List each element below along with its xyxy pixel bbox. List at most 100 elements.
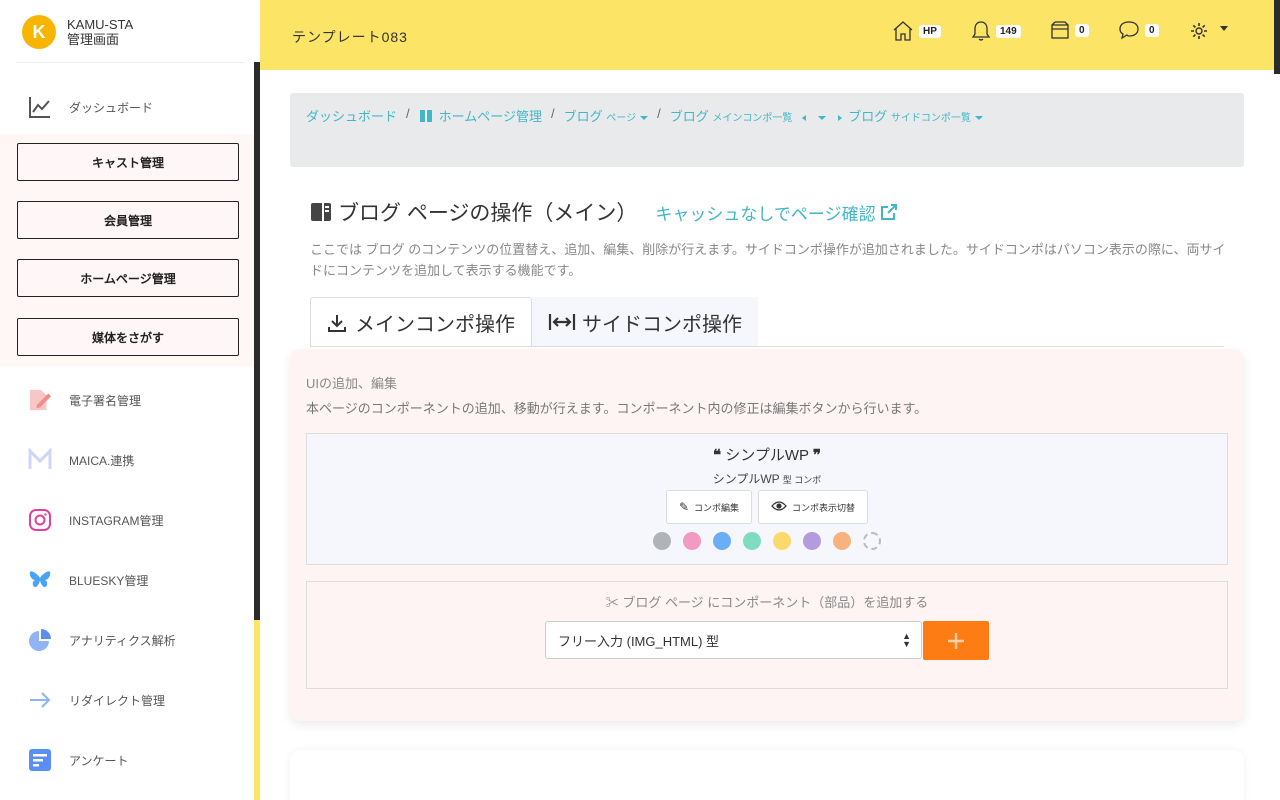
messages-button[interactable]: 0 (1118, 20, 1159, 40)
component-type-select[interactable]: フリー入力 (IMG_HTML) 型 ▲ ▼ (545, 621, 922, 659)
color-swatch-none[interactable] (863, 532, 881, 550)
sidebar-item-maica[interactable]: MAICA.連携 (28, 448, 134, 472)
cast-management-button[interactable]: キャスト管理 (17, 143, 239, 181)
notifications-button[interactable]: 149 (971, 20, 1021, 42)
line-chart-icon (28, 95, 52, 119)
instagram-icon (28, 508, 52, 532)
sidebar-item-label: BLUESKY管理 (69, 573, 149, 588)
sidebar-item-signature[interactable]: 電子署名管理 (28, 388, 141, 412)
sidebar-item-label: INSTAGRAM管理 (69, 513, 164, 528)
color-swatch[interactable] (683, 532, 701, 550)
caret-down-icon (817, 115, 826, 120)
page-title-text: ブログ ページの操作（メイン） (338, 202, 638, 225)
home-icon (893, 21, 913, 41)
breadcrumb-blog-page-dropdown[interactable]: ブログ ページ (564, 106, 649, 125)
divider (310, 346, 1224, 347)
sidebar-item-dashboard[interactable]: ダッシュボード (28, 95, 153, 119)
divider (16, 62, 244, 63)
sidebar-button-group: キャスト管理 会員管理 ホームページ管理 媒体をさがす (0, 134, 254, 366)
breadcrumb: ダッシュボード / ホームページ管理 / ブログ ページ / ブログ メインコン… (290, 93, 1244, 167)
caret-left-icon (801, 114, 806, 121)
caret-down-icon (640, 115, 649, 120)
component-actions: ✎ コンポ編集 コンポ表示切替 (307, 490, 1227, 524)
toggle-visibility-button[interactable]: コンポ表示切替 (758, 490, 869, 524)
member-management-button[interactable]: 会員管理 (17, 201, 239, 239)
sidebar: K KAMU-STA 管理画面 ダッシュボード キャスト管理 会員管理 ホームペ… (0, 0, 260, 800)
edit-component-button[interactable]: ✎ コンポ編集 (665, 490, 753, 524)
sidebar-item-label: リダイレクト管理 (69, 693, 166, 708)
logo-line2: 管理画面 (67, 32, 120, 47)
view-page-no-cache-link[interactable]: キャッシュなしでページ確認 (655, 200, 897, 225)
color-swatch[interactable] (743, 532, 761, 550)
app-logo[interactable]: K KAMU-STA 管理画面 (22, 15, 133, 49)
color-swatch[interactable] (833, 532, 851, 550)
arrow-right-icon (28, 688, 52, 712)
component-type: シンプルWP 型 コンポ (712, 472, 822, 486)
breadcrumb-side-components-dropdown[interactable]: ブログ サイドコンポ一覧 (837, 106, 983, 125)
breadcrumb-dashboard[interactable]: ダッシュボード (306, 106, 397, 125)
gear-icon (1191, 23, 1207, 39)
page-title: ブログ ページの操作（メイン） キャッシュなしでページ確認 (310, 197, 898, 227)
sidebar-scrollbar[interactable] (254, 62, 260, 620)
bell-icon (971, 21, 991, 41)
book-icon (311, 203, 331, 221)
breadcrumb-homepage[interactable]: ホームページ管理 (419, 106, 542, 125)
breadcrumb-main-components-dropdown[interactable]: ブログ メインコンポ一覧 (670, 106, 826, 125)
color-swatch[interactable] (803, 532, 821, 550)
secondary-card (290, 750, 1244, 800)
component-name: ❝ シンプルWP ❞ (713, 447, 821, 464)
homepage-management-button[interactable]: ホームページ管理 (17, 259, 239, 297)
plus-icon (948, 632, 964, 649)
logo-line1: KAMU-STA (67, 17, 134, 32)
download-icon (328, 314, 346, 332)
homepage-link[interactable]: HP (892, 20, 941, 42)
sidebar-item-label: ダッシュボード (69, 100, 154, 115)
signature-icon (28, 388, 52, 412)
sidebar-item-label: MAICA.連携 (69, 453, 135, 468)
color-swatch[interactable] (773, 532, 791, 550)
pie-chart-icon (28, 628, 52, 652)
component-tabs: メインコンポ操作 サイドコンポ操作 (310, 297, 758, 347)
sidebar-item-label: 電子署名管理 (69, 393, 142, 408)
quote-left-icon: ❝ (713, 447, 722, 464)
add-component-label: ✂ ブログ ページ にコンポーネント（部品）を追加する (605, 595, 929, 610)
component-item[interactable]: ❝ シンプルWP ❞ シンプルWP 型 コンポ ✎ コンポ編集 コンポ表示切替 (306, 433, 1228, 565)
settings-menu[interactable] (1190, 22, 1228, 40)
sidebar-item-label: アナリティクス解析 (69, 633, 176, 648)
messages-count-badge: 0 (1145, 23, 1159, 37)
chevron-down-icon (1220, 25, 1228, 31)
caret-right-icon (837, 114, 842, 121)
quote-right-icon: ❞ (812, 447, 821, 464)
tab-main-components[interactable]: メインコンポ操作 (310, 297, 532, 347)
sidebar-item-label: アンケート (69, 753, 129, 768)
color-picker (307, 532, 1227, 550)
box-icon (1051, 21, 1069, 39)
sidebar-item-survey[interactable]: アンケート (28, 748, 129, 772)
kamu-sta-logo-icon: K (22, 15, 56, 49)
notification-count-badge: 149 (996, 24, 1021, 38)
sidebar-item-instagram[interactable]: INSTAGRAM管理 (28, 508, 163, 532)
logo-text: KAMU-STA 管理画面 (67, 17, 133, 47)
chat-icon (1119, 21, 1139, 40)
add-component-button[interactable] (923, 621, 989, 660)
external-link-icon (880, 204, 897, 220)
color-swatch[interactable] (713, 532, 731, 550)
box-count-badge: 0 (1075, 23, 1089, 37)
sidebar-item-analytics[interactable]: アナリティクス解析 (28, 628, 176, 652)
sidebar-item-redirect[interactable]: リダイレクト管理 (28, 688, 165, 712)
book-icon (419, 109, 432, 122)
top-header: テンプレート083 HP 149 0 0 (260, 0, 1280, 70)
page-scrollbar[interactable] (1274, 0, 1280, 74)
hp-badge: HP (919, 24, 941, 38)
select-arrows-icon: ▲ ▼ (902, 631, 911, 649)
card-heading: UIの追加、編集 (306, 376, 398, 391)
color-swatch[interactable] (653, 532, 671, 550)
sidebar-item-bluesky[interactable]: BLUESKY管理 (28, 568, 148, 592)
m-logo-icon (28, 448, 52, 472)
find-media-button[interactable]: 媒体をさがす (17, 318, 239, 356)
box-button[interactable]: 0 (1050, 20, 1089, 40)
eye-icon (771, 500, 787, 515)
tab-side-components[interactable]: サイドコンポ操作 (532, 297, 758, 347)
sidebar-edge (254, 620, 260, 800)
caret-down-icon (974, 115, 983, 120)
